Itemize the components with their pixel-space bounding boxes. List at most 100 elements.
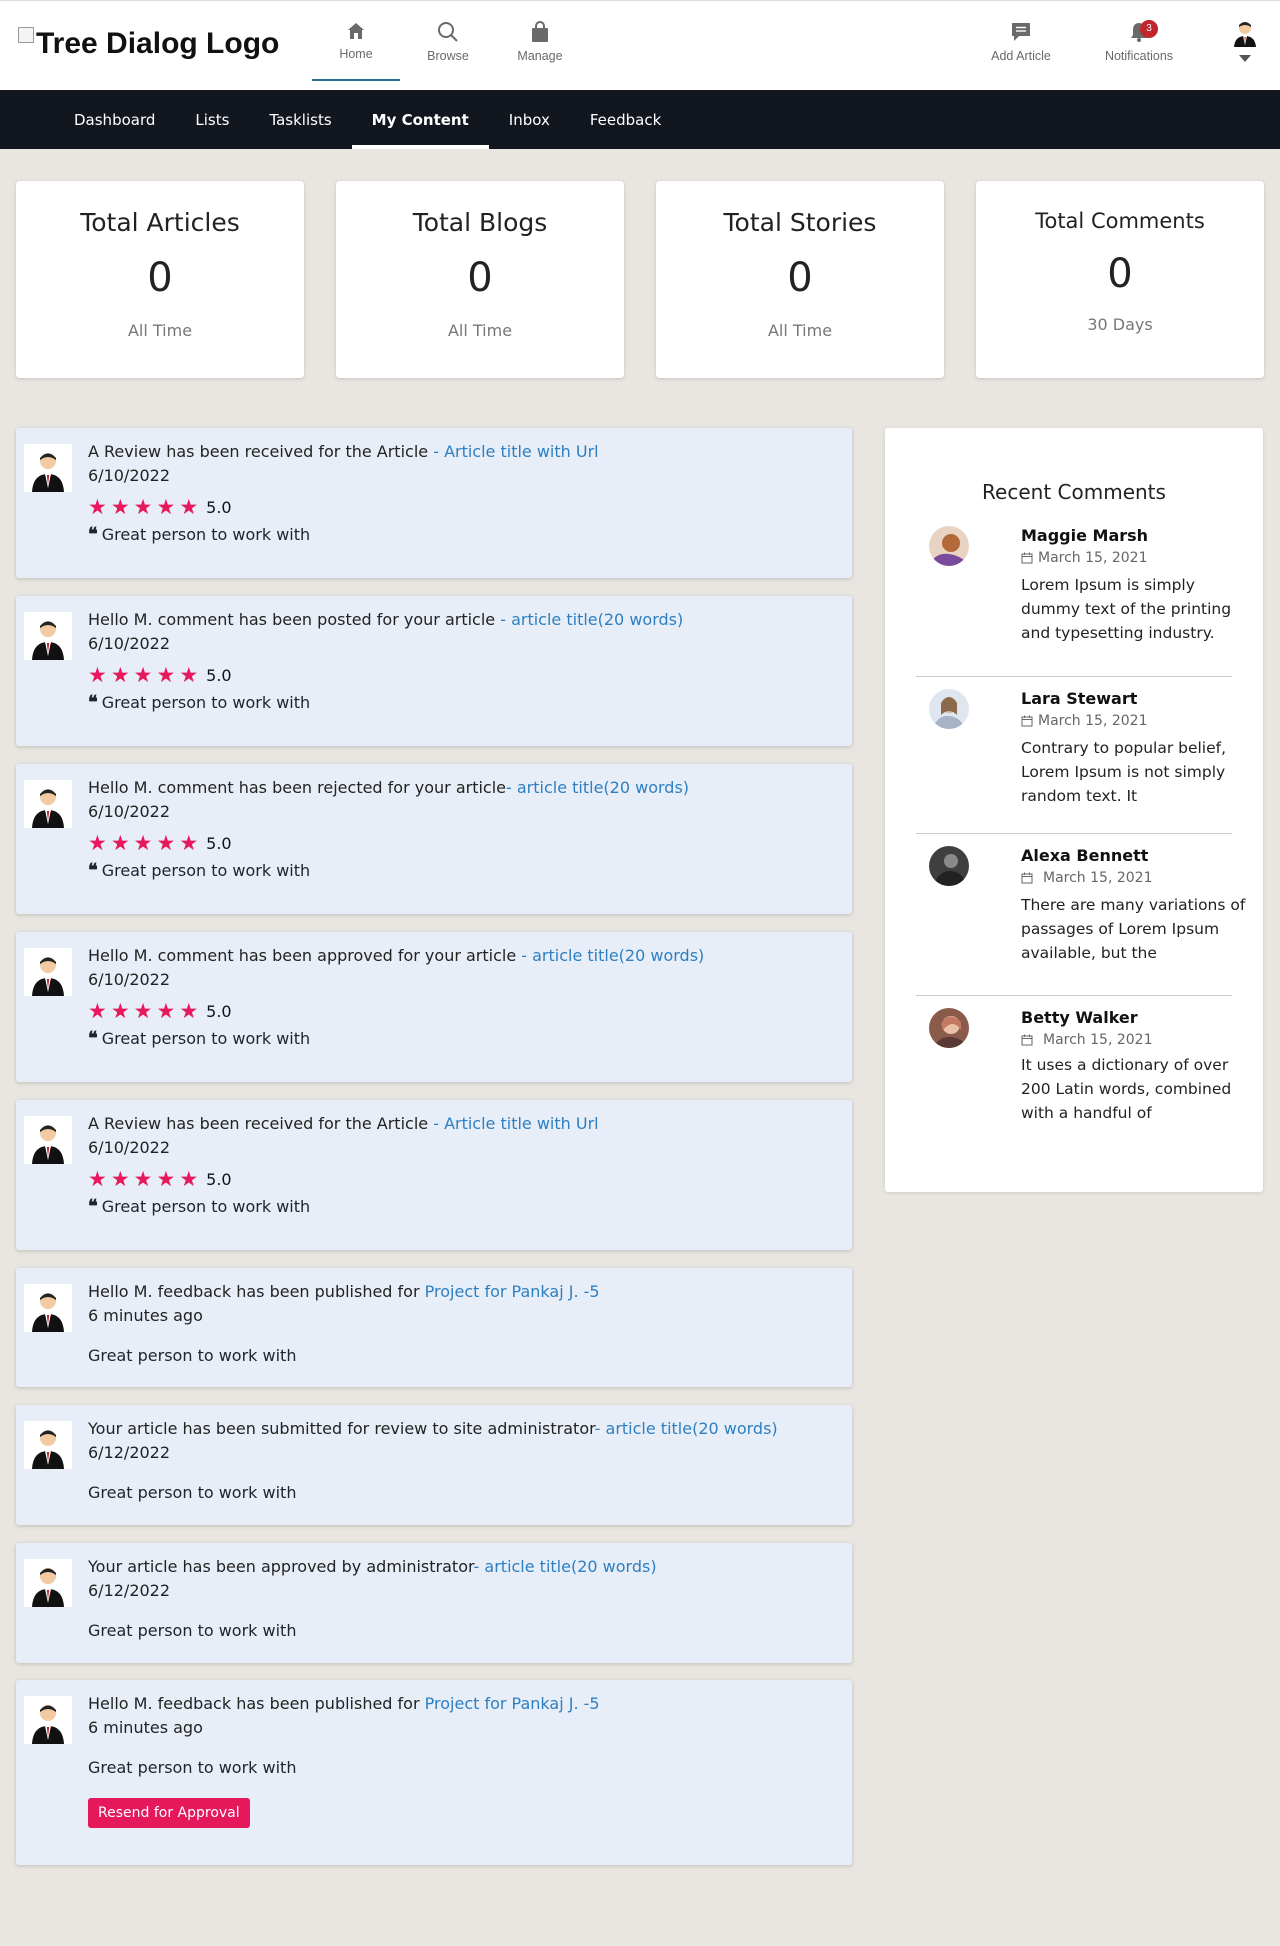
rating-score: 5.0 [206, 1169, 232, 1189]
site-logo[interactable]: Tree Dialog Logo [18, 27, 279, 61]
feed-card: Your article has been approved by admini… [16, 1543, 852, 1663]
quote-text: Great person to work with [101, 1197, 311, 1216]
star-icon: ★ [179, 663, 199, 687]
star-icon: ★ [110, 831, 130, 855]
star-icon: ★ [110, 1167, 130, 1191]
feed-date: 6 minutes ago [88, 1718, 203, 1737]
feed-link[interactable]: Project for Pankaj J. -5 [425, 1694, 600, 1713]
notifications-badge: 3 [1140, 20, 1158, 38]
stat-period: All Time [127, 321, 193, 340]
comment-date-row: March 15, 2021 [1021, 550, 1251, 566]
feed-body: Hello M. comment has been posted for you… [88, 608, 842, 715]
quote-text: Great person to work with [101, 861, 311, 880]
star-icon: ★ [179, 831, 199, 855]
comment-text: There are many variations of passages of… [1021, 896, 1246, 962]
resend-for-approval-button[interactable]: Resend for Approval [88, 1798, 250, 1828]
nav-manage[interactable]: Manage [496, 1, 584, 81]
star-rating: ★ ★ ★ ★ ★ 5.0 [88, 832, 842, 854]
feed-text-line: A Review has been received for the Artic… [88, 1112, 842, 1136]
star-icon: ★ [88, 999, 107, 1023]
notifications-label: Notifications [1104, 49, 1174, 63]
star-icon: ★ [88, 831, 107, 855]
stat-card-comments: Total Comments 0 30 Days [976, 181, 1264, 378]
calendar-icon [1021, 715, 1033, 727]
avatar [929, 846, 969, 886]
comment-author[interactable]: Betty Walker [1021, 1008, 1251, 1027]
feed-quote: ❝ Great person to work with [88, 1027, 842, 1051]
feed-link[interactable]: - article title(20 words) [500, 610, 683, 629]
rating-score: 5.0 [206, 497, 232, 517]
quote-icon: ❝ [88, 692, 98, 713]
stat-value: 0 [787, 255, 813, 301]
feed-text: Your article has been submitted for revi… [88, 1419, 595, 1438]
feed-link[interactable]: - article title(20 words) [595, 1419, 778, 1438]
feed-card: Hello M. comment has been posted for you… [16, 596, 852, 746]
quote-icon: ❝ [88, 860, 98, 881]
nav-home[interactable]: Home [312, 1, 400, 81]
avatar [24, 1421, 72, 1469]
avatar [929, 1008, 969, 1048]
tab-lists[interactable]: Lists [175, 90, 249, 149]
feed-link[interactable]: - Article title with Url [433, 1114, 598, 1133]
broken-image-icon [18, 27, 34, 43]
stat-period: 30 Days [1087, 315, 1153, 334]
right-nav: Add Article 3 Notifications [966, 1, 1280, 91]
bag-icon [532, 21, 548, 42]
comment-icon [1012, 23, 1030, 41]
feed-link[interactable]: Project for Pankaj J. -5 [425, 1282, 600, 1301]
star-rating: ★ ★ ★ ★ ★ 5.0 [88, 1168, 842, 1190]
add-article-button[interactable]: Add Article [966, 1, 1076, 91]
feed-text: Hello M. comment has been posted for you… [88, 610, 501, 629]
calendar-icon [1021, 872, 1033, 884]
search-icon [438, 22, 458, 42]
feed-date: 6/12/2022 [88, 1443, 171, 1462]
feed-card: A Review has been received for the Artic… [16, 1100, 852, 1250]
comment-divider [916, 995, 1232, 996]
avatar [929, 689, 969, 729]
star-icon: ★ [156, 999, 176, 1023]
stat-card-articles: Total Articles 0 All Time [16, 181, 304, 378]
comment-divider [916, 833, 1232, 834]
tab-inbox[interactable]: Inbox [489, 90, 570, 149]
feed-date: 6/10/2022 [88, 1138, 171, 1157]
star-icon: ★ [156, 1167, 176, 1191]
recent-comments-panel: Recent Comments Maggie Marsh March 15, 2… [885, 428, 1263, 1192]
comment-content: Alexa Bennett March 15, 2021 There are m… [1021, 846, 1251, 965]
feed-body: Hello M. feedback has been published for… [88, 1280, 842, 1368]
user-menu[interactable] [1210, 1, 1280, 91]
feed-date: 6/10/2022 [88, 634, 171, 653]
tab-tasklists[interactable]: Tasklists [249, 90, 351, 149]
main-nav: Home Browse Manage [312, 1, 588, 91]
feed-link[interactable]: - article title(20 words) [521, 946, 704, 965]
tab-feedback[interactable]: Feedback [570, 90, 681, 149]
comment-content: Lara Stewart March 15, 2021 Contrary to … [1021, 689, 1251, 808]
comment-text: It uses a dictionary of over 200 Latin w… [1021, 1056, 1232, 1122]
star-icon: ★ [179, 999, 199, 1023]
tab-dashboard[interactable]: Dashboard [54, 90, 175, 149]
star-icon: ★ [133, 1167, 153, 1191]
comment-date-row: March 15, 2021 [1021, 713, 1251, 729]
quote-icon: ❝ [88, 1196, 98, 1217]
avatar [24, 444, 72, 492]
stat-card-stories: Total Stories 0 All Time [656, 181, 944, 378]
rating-score: 5.0 [206, 1001, 232, 1021]
comment-text: Contrary to popular belief, Lorem Ipsum … [1021, 739, 1227, 805]
comment-author[interactable]: Lara Stewart [1021, 689, 1251, 708]
feed-date: 6/10/2022 [88, 802, 171, 821]
feed-date: 6/10/2022 [88, 466, 171, 485]
avatar [24, 612, 72, 660]
feed-body: Your article has been approved by admini… [88, 1555, 842, 1643]
nav-browse[interactable]: Browse [404, 1, 492, 81]
stat-period: All Time [447, 321, 513, 340]
recent-comments-title: Recent Comments [982, 480, 1166, 504]
feed-text: Hello M. feedback has been published for [88, 1282, 425, 1301]
tab-my-content[interactable]: My Content [351, 90, 489, 149]
feed-link[interactable]: - article title(20 words) [474, 1557, 657, 1576]
feed-link[interactable]: - Article title with Url [433, 442, 598, 461]
stat-period: All Time [767, 321, 833, 340]
notifications-button[interactable]: 3 Notifications [1084, 1, 1194, 91]
comment-author[interactable]: Alexa Bennett [1021, 846, 1251, 865]
star-icon: ★ [156, 495, 176, 519]
comment-author[interactable]: Maggie Marsh [1021, 526, 1251, 545]
feed-link[interactable]: - article title(20 words) [506, 778, 689, 797]
